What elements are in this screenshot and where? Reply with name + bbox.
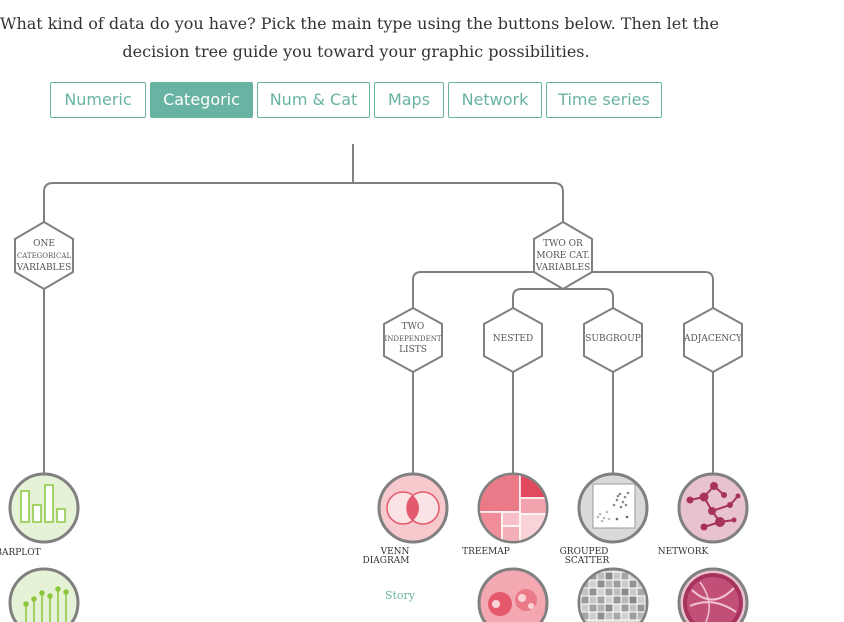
node-one-line-2: CATEGORICAL bbox=[17, 252, 72, 260]
heatmap-leaf[interactable] bbox=[577, 567, 649, 622]
lollipop-leaf[interactable] bbox=[8, 567, 80, 622]
grouped-scatter-icon bbox=[592, 483, 636, 529]
decision-tree: ONE CATEGORICAL VARIABLES TWO OR MORE CA… bbox=[0, 144, 749, 622]
barplot-label: BARPLOT bbox=[0, 548, 41, 558]
node-two-line-2: MORE CAT. bbox=[536, 251, 589, 261]
heatmap-icon bbox=[580, 571, 646, 621]
node-nested-label: NESTED bbox=[493, 334, 533, 344]
node-independent-line-3: LISTS bbox=[399, 345, 427, 355]
circle-packing-leaf[interactable] bbox=[477, 567, 549, 622]
node-one-line-1: ONE bbox=[33, 239, 55, 249]
node-independent-lists[interactable]: TWO INDEPENDENT LISTS bbox=[383, 306, 443, 374]
node-one-line-3: VARIABLES bbox=[16, 263, 72, 273]
node-independent-line-2: INDEPENDENT bbox=[384, 335, 441, 343]
node-one-categorical[interactable]: ONE CATEGORICAL VARIABLES bbox=[14, 220, 74, 291]
venn-icon bbox=[386, 491, 440, 525]
node-independent-line-1: TWO bbox=[402, 322, 425, 332]
treemap-leaf[interactable] bbox=[477, 472, 550, 546]
network-label: NETWORK bbox=[658, 547, 709, 557]
grouped-scatter-label-line-2: SCATTER bbox=[565, 556, 610, 566]
node-subgroup-label: SUBGROUP bbox=[585, 334, 641, 344]
node-two-line-1: TWO OR bbox=[543, 239, 583, 249]
venn-label-line-2: DIAGRAM bbox=[363, 556, 410, 566]
node-adjacency-label: ADJACENCY bbox=[683, 334, 743, 344]
story-link[interactable]: Story bbox=[385, 589, 416, 602]
node-nested[interactable]: NESTED bbox=[483, 306, 543, 374]
venn-leaf[interactable] bbox=[377, 472, 449, 544]
node-two-or-more[interactable]: TWO OR MORE CAT. VARIABLES bbox=[533, 220, 593, 291]
network-leaf[interactable] bbox=[677, 472, 749, 544]
node-adjacency[interactable]: ADJACENCY bbox=[683, 306, 743, 374]
chord-leaf[interactable] bbox=[677, 567, 749, 622]
treemap-label: TREEMAP bbox=[462, 547, 510, 557]
barplot-leaf[interactable] bbox=[8, 472, 80, 544]
grouped-scatter-leaf[interactable] bbox=[577, 472, 649, 544]
node-subgroup[interactable]: SUBGROUP bbox=[583, 306, 643, 374]
node-two-line-3: VARIABLES bbox=[535, 263, 591, 273]
